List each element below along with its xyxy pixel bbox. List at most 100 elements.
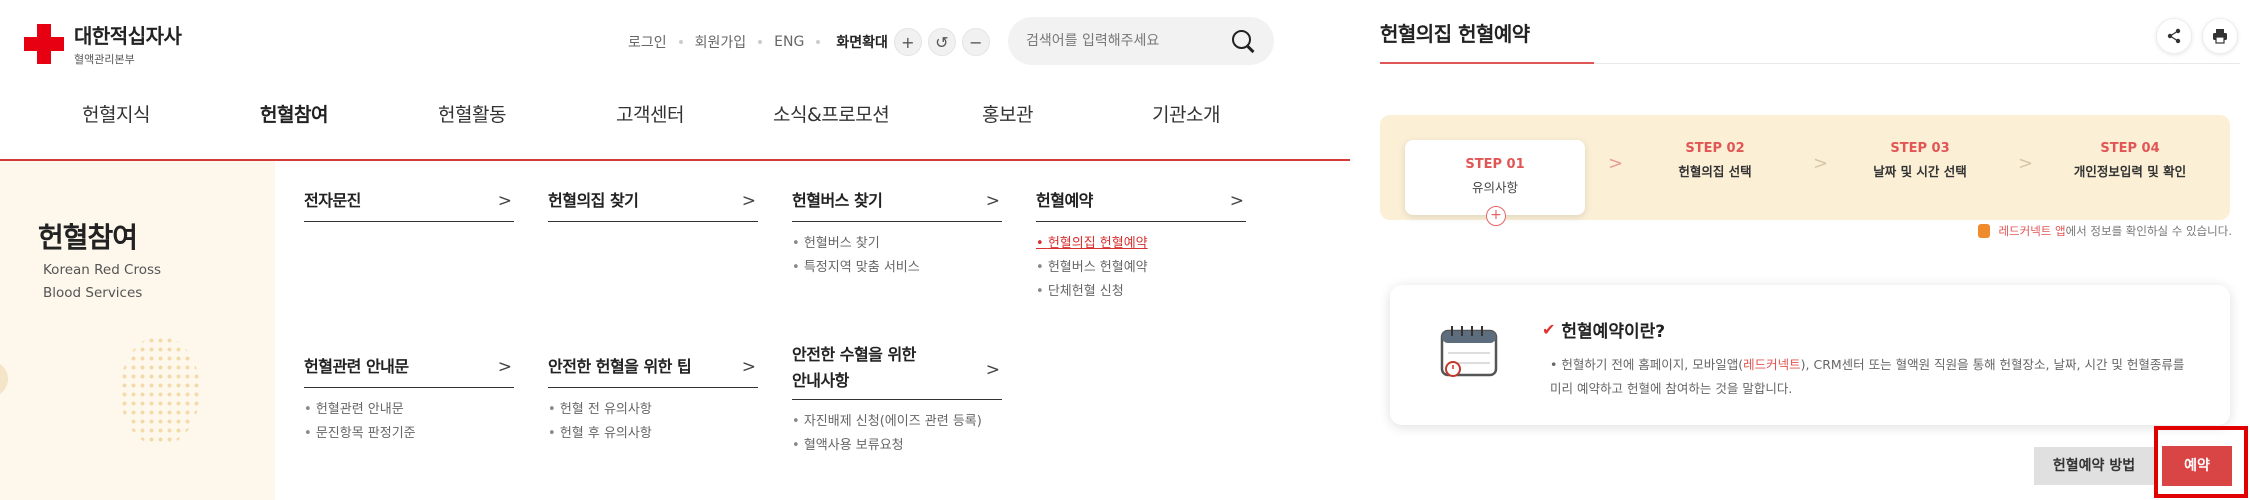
mega-menu-title: 헌혈참여 (38, 221, 138, 254)
search-input[interactable] (1026, 33, 1230, 49)
chevron-right-icon: > (741, 191, 756, 211)
step-2: STEP 02 헌혈의집 선택 (1635, 141, 1795, 180)
menu-column: 안전한 헌혈을 위한 팁 > 헌혈 전 유의사항 헌혈 후 유의사항 (548, 354, 758, 446)
step-label: 헌혈의집 선택 (1678, 164, 1752, 179)
menu-link[interactable]: 헌혈버스 헌혈예약 (1036, 256, 1246, 280)
step-number: STEP 02 (1685, 141, 1745, 156)
menu-link[interactable]: 헌혈 후 유의사항 (548, 422, 758, 446)
logo-title: 대한적십자사 (74, 24, 182, 48)
reservation-method-button[interactable]: 헌혈예약 방법 (2034, 447, 2154, 485)
step-label: 개인정보입력 및 확인 (2073, 164, 2187, 179)
menu-column: 헌혈의집 찾기 > (548, 188, 758, 222)
menu-column: 헌혈예약 > 헌혈의집 헌혈예약 헌혈버스 헌혈예약 단체헌혈 신청 (1036, 188, 1246, 304)
site-page: 대한적십자사 혈액관리본부 로그인 회원가입 ENG 화면확대 + ↺ − 헌혈… (0, 0, 1350, 500)
menu-heading-line: 안내사항 (792, 371, 849, 390)
login-link[interactable]: 로그인 (628, 32, 667, 52)
menu-column: 헌혈버스 찾기 > 헌혈버스 찾기 특정지역 맞춤 서비스 (792, 188, 1002, 280)
main-nav: 헌혈지식 헌혈참여 헌혈활동 고객센터 소식&프로모션 홍보관 기관소개 (0, 100, 1350, 160)
step-label: 날짜 및 시간 선택 (1873, 164, 1967, 179)
nav-item-donation-participation[interactable]: 헌혈참여 (260, 100, 328, 127)
side-tab-handle (0, 361, 8, 397)
app-name[interactable]: 레드커넥트 앱 (1998, 223, 2065, 239)
print-button[interactable] (2202, 18, 2238, 54)
menu-heading-safe-donation-tips[interactable]: 안전한 헌혈을 위한 팁 > (548, 354, 758, 388)
mega-menu-subtitle-en: Korean Red Cross (43, 262, 162, 278)
menu-link[interactable]: 문진항목 판정기준 (304, 422, 514, 446)
page-title: 헌혈의집 헌혈예약 (1380, 22, 1530, 46)
reservation-page: 헌혈의집 헌혈예약 STEP 01 유의사항 + > STEP 02 헌혈의집 … (1350, 0, 2250, 500)
app-name-highlight: 레드커넥트 (1743, 357, 1801, 372)
zoom-out-button[interactable]: − (961, 28, 990, 56)
menu-link[interactable]: 헌혈버스 찾기 (792, 232, 1002, 256)
mega-menu-side-panel: 헌혈참여 Korean Red Cross Blood Services (0, 161, 275, 500)
reserve-button[interactable]: 예약 (2162, 446, 2232, 486)
zoom-reset-button[interactable]: ↺ (927, 28, 956, 56)
menu-column: 전자문진 > (304, 188, 514, 222)
chevron-right-icon: > (1229, 191, 1244, 211)
chevron-right-icon: > (1813, 153, 1829, 174)
info-text: 헌혈하기 전에 홈페이지, 모바일앱( (1561, 357, 1744, 372)
menu-link[interactable]: 혈액사용 보류요청 (792, 434, 1002, 458)
nav-item-blood-knowledge[interactable]: 헌혈지식 (82, 100, 150, 127)
share-button[interactable] (2156, 18, 2192, 54)
signup-link[interactable]: 회원가입 (695, 32, 747, 52)
step-number: STEP 01 (1465, 157, 1525, 172)
menu-link[interactable]: 단체헌혈 신청 (1036, 280, 1246, 304)
nav-item-pr-hall[interactable]: 홍보관 (982, 100, 1033, 127)
menu-heading-e-questionnaire[interactable]: 전자문진 > (304, 188, 514, 222)
chevron-right-icon: > (1608, 153, 1624, 174)
menu-heading-find-donation-bus[interactable]: 헌혈버스 찾기 > (792, 188, 1002, 222)
divider-dot (816, 40, 821, 44)
step-4: STEP 04 개인정보입력 및 확인 (2035, 141, 2225, 180)
calendar-icon (1440, 326, 1498, 377)
red-cross-logo-icon (24, 23, 64, 64)
menu-link-active[interactable]: 헌혈의집 헌혈예약 (1036, 232, 1246, 256)
menu-heading-safe-transfusion-guide[interactable]: 안전한 수혈을 위한 안내사항 > (792, 342, 1002, 400)
chevron-right-icon: > (2018, 153, 2034, 174)
info-description: • 헌혈하기 전에 홈페이지, 모바일앱(레드커넥트), CRM센터 또는 혈액… (1550, 357, 2185, 396)
menu-link[interactable]: 헌혈 전 유의사항 (548, 398, 758, 422)
zoom-in-button[interactable]: + (893, 28, 922, 56)
step-1-current: STEP 01 유의사항 (1405, 140, 1585, 215)
chevron-right-icon: > (741, 357, 756, 377)
menu-column: 안전한 수혈을 위한 안내사항 > 자진배제 신청(에이즈 관련 등록) 혈액사… (792, 342, 1002, 458)
check-icon: ✔ (1542, 320, 1556, 339)
chevron-right-icon: > (497, 357, 512, 377)
menu-link[interactable]: 자진배제 신청(에이즈 관련 등록) (792, 410, 1002, 434)
info-card: ✔ 헌혈예약이란? • 헌혈하기 전에 홈페이지, 모바일앱(레드커넥트), C… (1390, 285, 2230, 425)
menu-heading-donation-reservation[interactable]: 헌혈예약 > (1036, 188, 1246, 222)
mega-menu-subtitle-en: Blood Services (43, 285, 143, 301)
zoom-label: 화면확대 (836, 35, 888, 51)
step-number: STEP 03 (1890, 141, 1950, 156)
app-icon (1978, 224, 1991, 238)
menu-heading-donation-guide[interactable]: 헌혈관련 안내문 > (304, 354, 514, 388)
menu-heading-line: 안전한 수혈을 위한 (792, 345, 916, 364)
menu-heading-find-donation-house[interactable]: 헌혈의집 찾기 > (548, 188, 758, 222)
utility-links: 로그인 회원가입 ENG 화면확대 + ↺ − (628, 22, 990, 62)
app-notice: 레드커넥트 앱 에서 정보를 확인하실 수 있습니다. (1978, 223, 2232, 239)
logo-subtitle: 혈액관리본부 (74, 53, 135, 66)
print-icon (2213, 29, 2227, 44)
step-label: 유의사항 (1471, 180, 1518, 195)
chevron-right-icon: > (497, 191, 512, 211)
divider (1594, 63, 2240, 64)
menu-link[interactable]: 특정지역 맞춤 서비스 (792, 256, 1002, 280)
divider-dot (678, 40, 683, 44)
nav-item-donation-activity[interactable]: 헌혈활동 (438, 100, 506, 127)
plus-circle-icon: + (1486, 206, 1506, 226)
divider-dot (758, 40, 763, 44)
nav-item-customer-center[interactable]: 고객센터 (616, 100, 684, 127)
info-heading: ✔ 헌혈예약이란? (1542, 317, 1665, 342)
chevron-right-icon: > (985, 191, 1000, 211)
title-underline (1380, 62, 1594, 64)
dot-pattern-decoration (120, 336, 200, 446)
site-logo[interactable]: 대한적십자사 혈액관리본부 (24, 20, 182, 67)
notice-text: 에서 정보를 확인하실 수 있습니다. (2065, 224, 2232, 238)
share-icon (2167, 28, 2181, 44)
nav-item-news-promotion[interactable]: 소식&프로모션 (773, 100, 890, 127)
search-icon[interactable] (1230, 28, 1256, 54)
english-link[interactable]: ENG (774, 34, 804, 50)
nav-item-about[interactable]: 기관소개 (1152, 100, 1220, 127)
search-bar (1008, 17, 1274, 65)
menu-link[interactable]: 헌혈관련 안내문 (304, 398, 514, 422)
